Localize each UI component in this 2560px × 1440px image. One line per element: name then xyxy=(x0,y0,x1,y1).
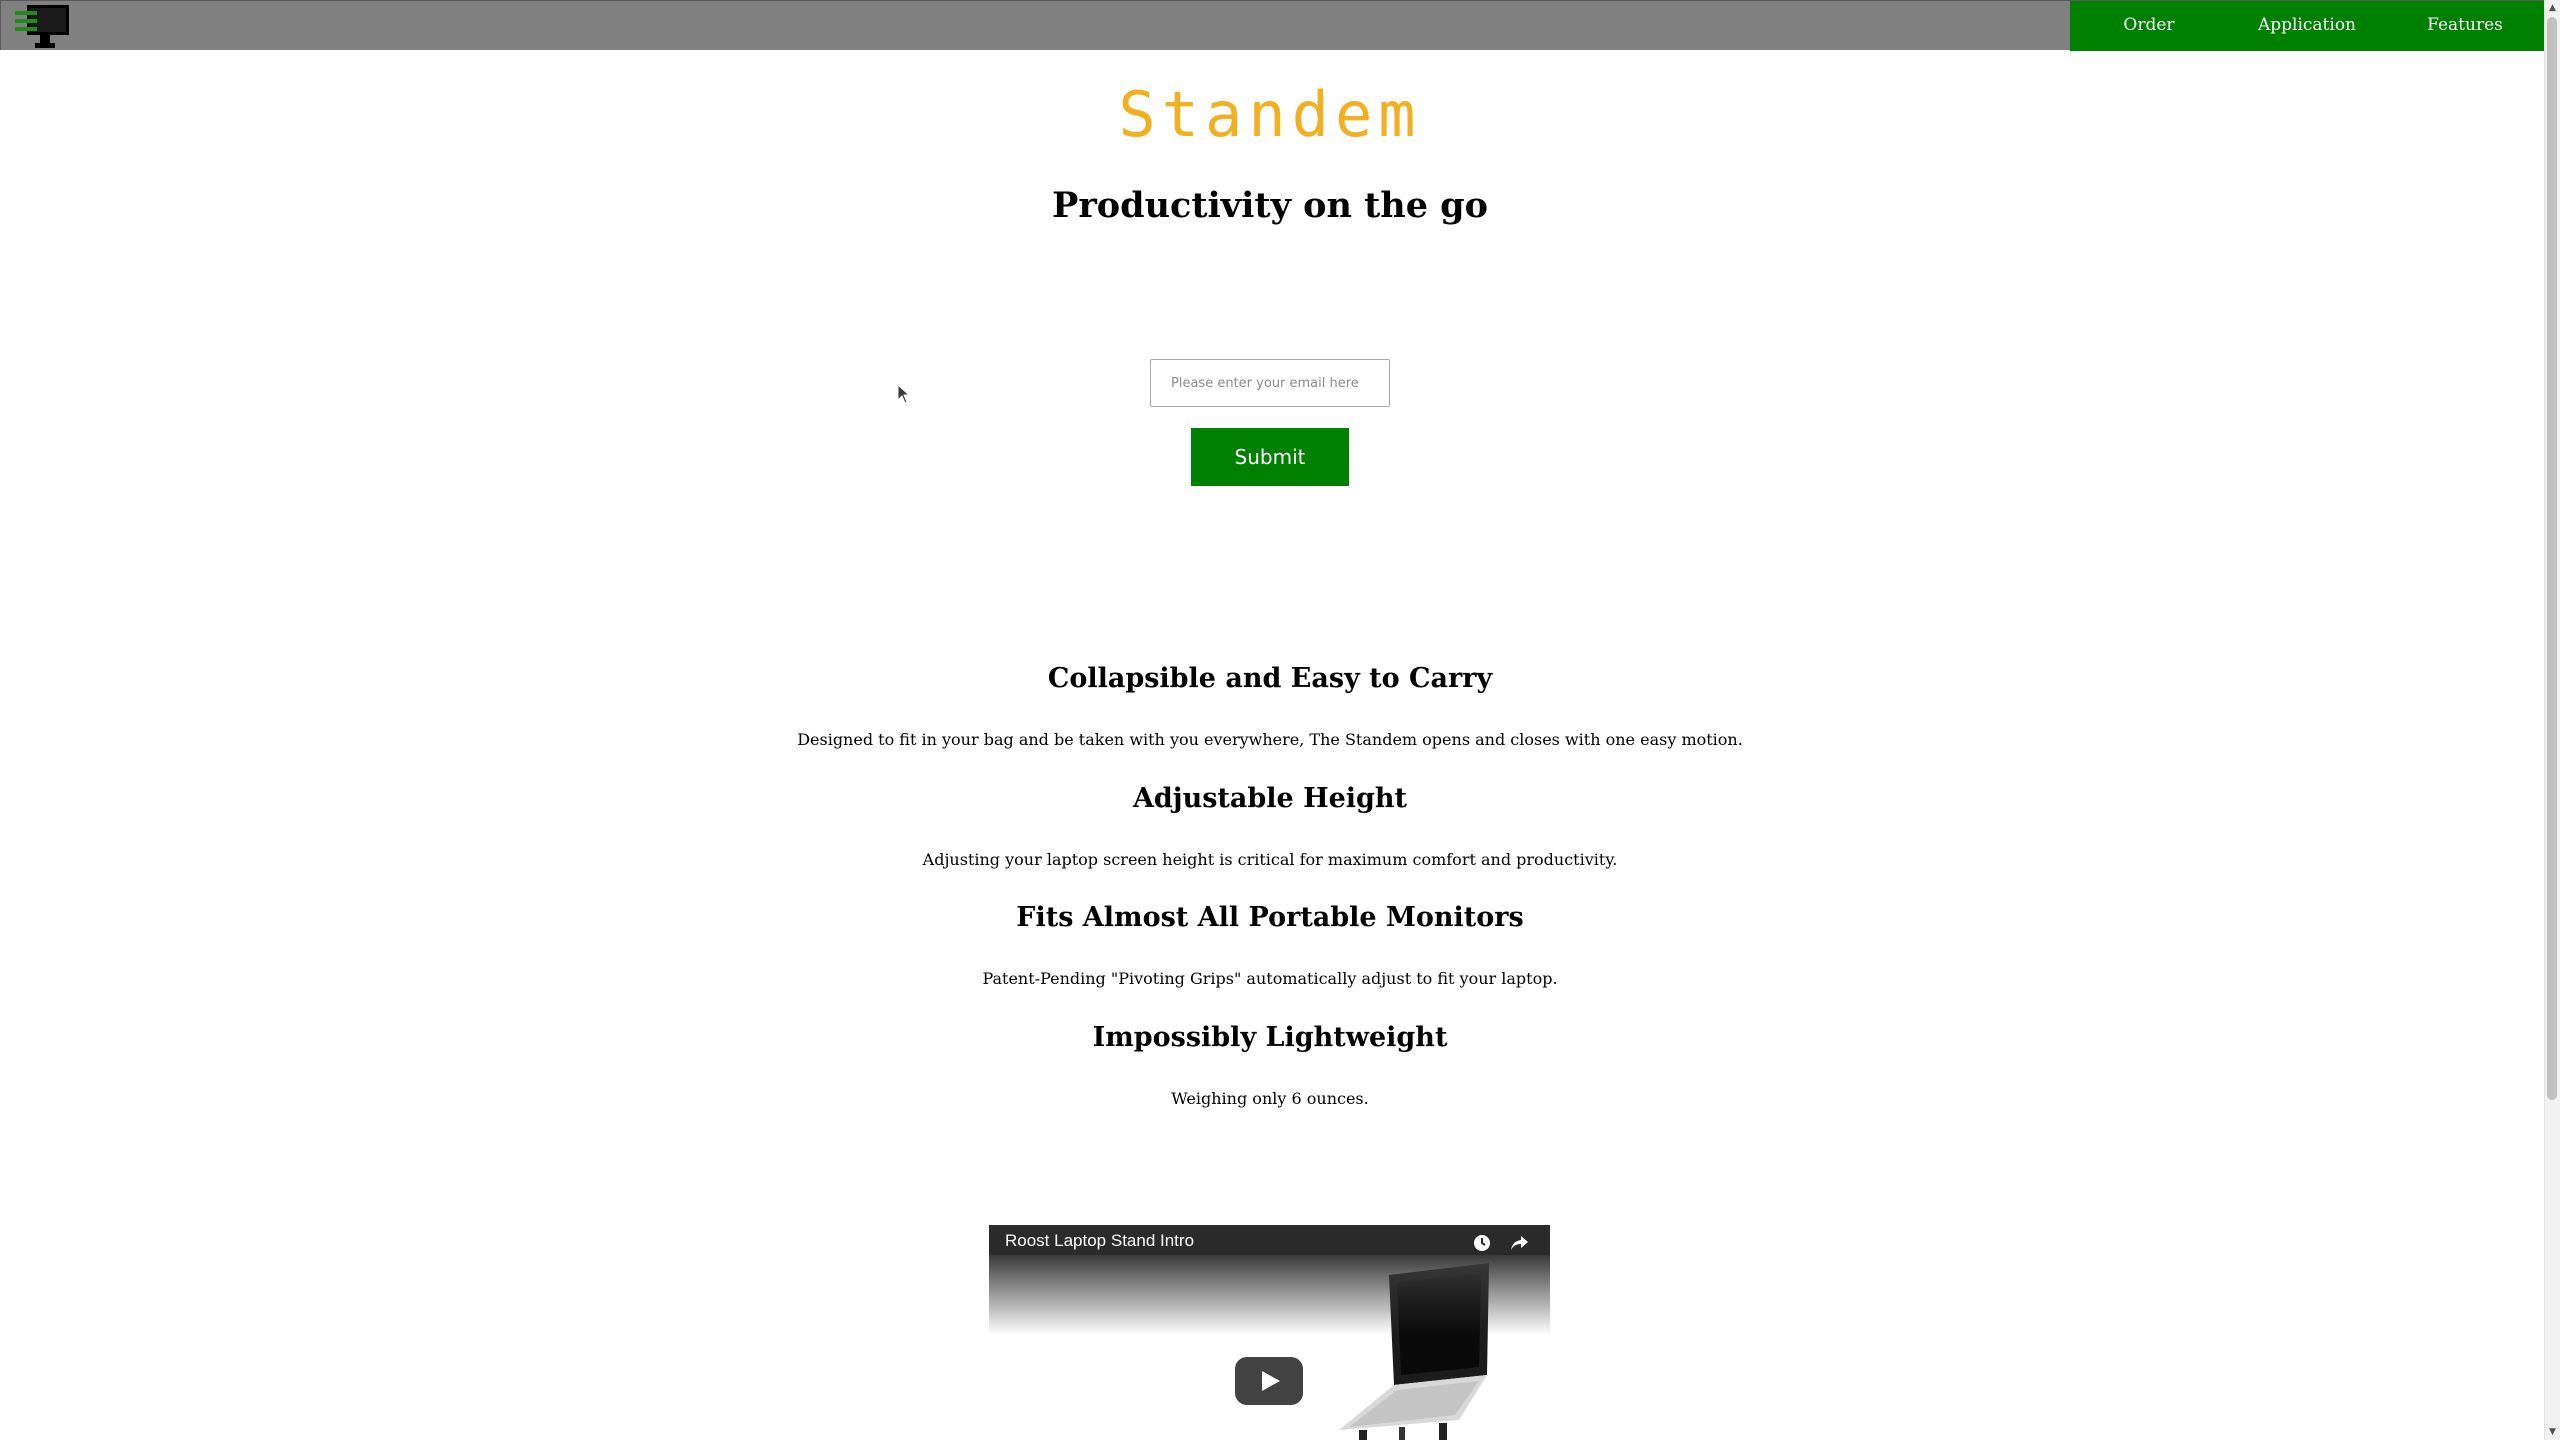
feature-heading: Fits Almost All Portable Monitors xyxy=(1016,902,1524,933)
vertical-scrollbar[interactable]: ▲ ▼ xyxy=(2544,0,2560,1440)
email-field[interactable] xyxy=(1150,359,1390,407)
main-nav: Order Application Features xyxy=(2070,1,2544,51)
scroll-up-icon[interactable]: ▲ xyxy=(2545,0,2560,16)
mouse-pointer-icon xyxy=(897,384,911,404)
share-icon[interactable] xyxy=(1509,1233,1529,1253)
nav-order[interactable]: Order xyxy=(2070,1,2228,51)
video-title[interactable]: Roost Laptop Stand Intro xyxy=(1005,1231,1194,1251)
feature-text: Weighing only 6 ounces. xyxy=(1171,1089,1369,1108)
feature-text: Adjusting your laptop screen height is c… xyxy=(922,850,1618,869)
top-bar: Order Application Features xyxy=(0,0,2544,51)
brand-logo-text: Standem xyxy=(1118,78,1422,151)
feature-text: Designed to fit in your bag and be taken… xyxy=(797,730,1743,749)
scroll-down-icon[interactable]: ▼ xyxy=(2545,1424,2560,1440)
video-header-shade xyxy=(989,1255,1550,1335)
submit-button[interactable]: Submit xyxy=(1191,428,1349,486)
tagline: Productivity on the go xyxy=(1052,185,1488,226)
page: Order Application Features Standem Produ… xyxy=(0,0,2560,1440)
feature-heading: Collapsible and Easy to Carry xyxy=(1047,663,1493,694)
feature-heading: Adjustable Height xyxy=(1132,783,1408,814)
play-icon[interactable] xyxy=(1235,1357,1303,1405)
nav-application[interactable]: Application xyxy=(2228,1,2386,51)
video-title-bar: Roost Laptop Stand Intro xyxy=(989,1225,1550,1255)
video-embed[interactable]: Roost Laptop Stand Intro xyxy=(989,1225,1550,1440)
nav-features[interactable]: Features xyxy=(2386,1,2544,51)
watch-later-icon[interactable] xyxy=(1472,1233,1492,1253)
scrollbar-thumb[interactable] xyxy=(2547,17,2557,1100)
feature-text: Patent-Pending "Pivoting Grips" automati… xyxy=(982,969,1558,988)
monitor-menu-icon[interactable] xyxy=(13,3,71,51)
feature-heading: Impossibly Lightweight xyxy=(1092,1022,1448,1053)
